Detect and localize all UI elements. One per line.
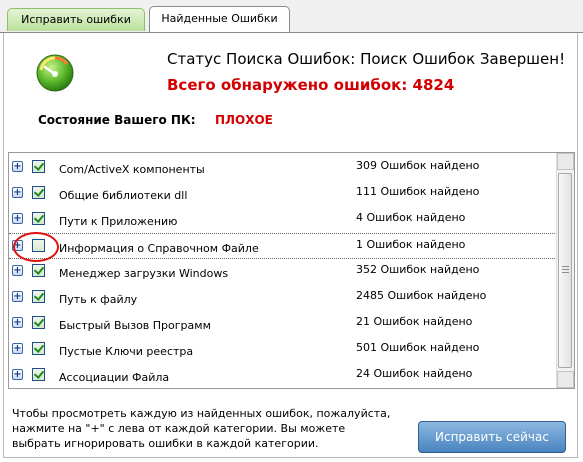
pc-state-value: ПЛОХОЕ xyxy=(215,113,273,127)
grip-line xyxy=(562,272,569,273)
plus-expand-icon[interactable]: + xyxy=(12,343,23,354)
category-checkbox[interactable] xyxy=(32,212,45,225)
category-checkbox[interactable] xyxy=(32,160,45,173)
category-name: Com/ActiveX компоненты xyxy=(59,163,205,176)
category-error-count: 4 Ошибок найдено xyxy=(356,211,466,224)
category-row: + Путь к файлу 2485 Ошибок найдено xyxy=(9,285,559,311)
category-row: + Общие библиотеки dll 111 Ошибок найден… xyxy=(9,181,559,207)
category-checkbox[interactable] xyxy=(32,186,45,199)
instructions-note: Чтобы просмотреть каждую из найденных ош… xyxy=(12,407,391,450)
category-name: Ассоциации Файла xyxy=(59,371,170,384)
category-checkbox[interactable] xyxy=(32,239,45,252)
category-row: + Com/ActiveX компоненты 309 Ошибок найд… xyxy=(9,155,559,181)
fix-now-button[interactable]: Исправить сейчас xyxy=(418,421,566,453)
plus-expand-icon[interactable]: + xyxy=(12,187,23,198)
plus-expand-icon[interactable]: + xyxy=(12,161,23,172)
category-name: Общие библиотеки dll xyxy=(59,189,188,202)
scrollbar-thumb[interactable] xyxy=(558,173,572,368)
scroll-down-icon[interactable] xyxy=(557,371,574,388)
category-row: + Ассоциации Файла 24 Ошибок найдено xyxy=(9,363,559,388)
category-name: Пустые Ключи реестра xyxy=(59,345,194,358)
category-error-count: 21 Ошибок найдено xyxy=(356,315,473,328)
plus-expand-icon[interactable]: + xyxy=(12,317,23,328)
category-name: Менеджер загрузки Windows xyxy=(59,267,229,280)
error-category-list: + Com/ActiveX компоненты 309 Ошибок найд… xyxy=(8,152,575,389)
category-row: + Быстрый Вызов Программ 21 Ошибок найде… xyxy=(9,311,559,337)
category-name: Быстрый Вызов Программ xyxy=(59,319,211,332)
category-row: + Менеджер загрузки Windows 352 Ошибок н… xyxy=(9,259,559,285)
plus-expand-icon[interactable]: + xyxy=(12,240,23,251)
tab-fix-errors[interactable]: Исправить ошибки xyxy=(7,8,145,31)
category-error-count: 352 Ошибок найдено xyxy=(356,263,480,276)
category-checkbox[interactable] xyxy=(32,290,45,303)
category-checkbox[interactable] xyxy=(32,264,45,277)
grip-line xyxy=(562,269,569,270)
pc-state-label: Состояние Вашего ПК: xyxy=(38,113,196,127)
category-error-count: 2485 Ошибок найдено xyxy=(356,289,487,302)
category-checkbox[interactable] xyxy=(32,368,45,381)
plus-expand-icon[interactable]: + xyxy=(12,369,23,380)
grip-line xyxy=(562,266,569,267)
tab-bar: Исправить ошибки Найденные Ошибки xyxy=(0,0,583,33)
gauge-icon xyxy=(36,54,74,92)
category-error-count: 111 Ошибок найдено xyxy=(356,185,480,198)
category-row: + Пустые Ключи реестра 501 Ошибок найден… xyxy=(9,337,559,363)
tab-found-errors[interactable]: Найденные Ошибки xyxy=(149,6,290,33)
total-errors-label: Всего обнаружено ошибок: 4824 xyxy=(167,76,455,94)
plus-expand-icon[interactable]: + xyxy=(12,291,23,302)
plus-expand-icon[interactable]: + xyxy=(12,213,23,224)
scroll-up-icon[interactable] xyxy=(557,153,574,170)
category-name: Пути к Приложению xyxy=(59,215,178,228)
list-scrollbar[interactable] xyxy=(556,153,574,388)
category-row-selected: + Информация о Справочном Файле 1 Ошибок… xyxy=(9,233,559,259)
category-error-count: 309 Ошибок найдено xyxy=(356,159,480,172)
category-error-count: 501 Ошибок найдено xyxy=(356,341,480,354)
category-row: + Пути к Приложению 4 Ошибок найдено xyxy=(9,207,559,233)
category-name: Путь к файлу xyxy=(59,293,138,306)
category-error-count: 24 Ошибок найдено xyxy=(356,367,473,380)
category-checkbox[interactable] xyxy=(32,342,45,355)
category-checkbox[interactable] xyxy=(32,316,45,329)
category-name: Информация о Справочном Файле xyxy=(59,242,259,255)
plus-expand-icon[interactable]: + xyxy=(12,265,23,276)
scan-status-title: Статус Поиска Ошибок: Поиск Ошибок Завер… xyxy=(167,50,566,68)
category-error-count: 1 Ошибок найдено xyxy=(356,238,466,251)
